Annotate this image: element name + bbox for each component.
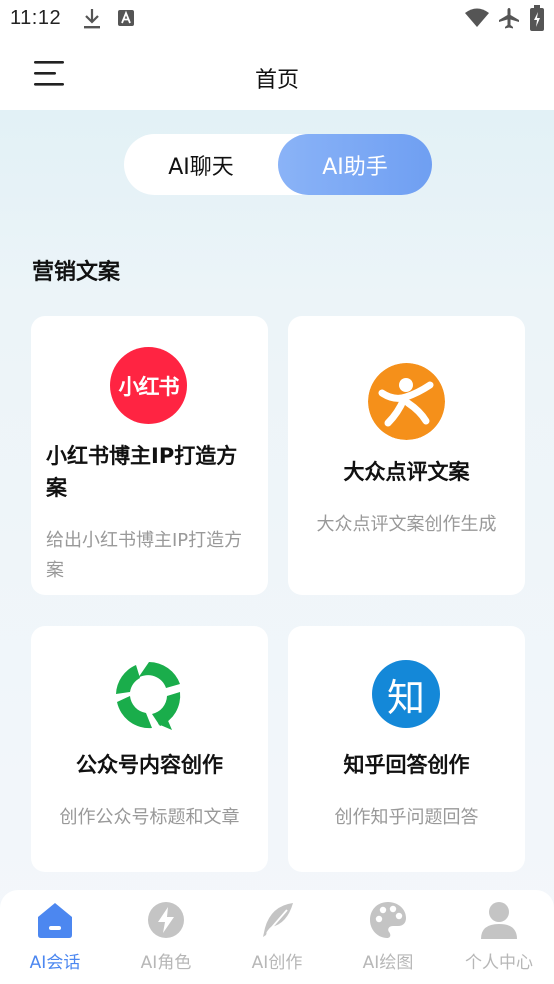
xiaohongshu-logo: 小红书 [110, 347, 187, 424]
home-icon [38, 903, 72, 938]
tab-ai-creation[interactable]: AI创作 [222, 890, 332, 984]
user-icon [481, 902, 517, 939]
tab-profile[interactable]: 个人中心 [444, 890, 554, 984]
card-dianping[interactable]: 大众点评文案 大众点评文案创作生成 [288, 316, 525, 595]
tab-label: AI创作 [251, 953, 303, 973]
xiaohongshu-logo-text: 小红书 [118, 374, 180, 399]
card-title: 公众号内容创作 [76, 753, 223, 777]
bottom-tab-bar: AI会话 AI角色 AI创作 AI绘图 个人中心 [0, 890, 554, 984]
tab-ai-drawing[interactable]: AI绘图 [333, 890, 443, 984]
tab-label: AI绘图 [362, 953, 414, 973]
card-description: 创作知乎问题回答 [334, 807, 479, 828]
page-title: 首页 [254, 68, 299, 93]
status-bar: 11:12 [0, 0, 554, 38]
card-description: 给出小红书博主IP打造方案 [46, 530, 243, 581]
card-description: 创作公众号标题和文章 [59, 807, 240, 828]
airplane-mode-icon [499, 8, 519, 29]
wechat-official-account-icon [116, 662, 181, 730]
feather-icon [263, 903, 293, 937]
status-time: 11:12 [10, 7, 62, 29]
zhihu-logo: 知 [372, 660, 440, 728]
lightning-icon [148, 902, 184, 938]
palette-icon [370, 902, 406, 938]
tab-label: AI会话 [29, 953, 81, 973]
tab-label: AI角色 [140, 953, 192, 973]
font-icon [118, 10, 134, 26]
tab-ai-assistant[interactable]: AI助手 [278, 134, 432, 195]
section-title: 营销文案 [32, 260, 121, 285]
card-description: 大众点评文案创作生成 [316, 514, 497, 535]
wifi-icon [465, 8, 489, 27]
card-title: 大众点评文案 [343, 460, 470, 484]
mode-toggle: AI聊天 AI助手 [124, 134, 432, 195]
battery-charging-icon [530, 5, 544, 31]
card-zhihu[interactable]: 知 知乎回答创作 创作知乎问题回答 [288, 626, 525, 872]
tab-label: 个人中心 [465, 953, 533, 973]
app-bar: 首页 [0, 38, 554, 110]
card-xiaohongshu[interactable]: 小红书 小红书博主IP打造方案 给出小红书博主IP打造方案 [31, 316, 268, 595]
card-wechat-official-account[interactable]: 公众号内容创作 创作公众号标题和文章 [31, 626, 268, 872]
tab-ai-chat[interactable]: AI聊天 [124, 134, 278, 195]
dianping-icon [368, 363, 445, 440]
card-title: 知乎回答创作 [343, 753, 470, 777]
zhihu-logo-text: 知 [386, 675, 425, 720]
tab-ai-conversation[interactable]: AI会话 [0, 890, 110, 984]
tab-ai-role[interactable]: AI角色 [111, 890, 221, 984]
card-title: 小红书博主IP打造方案 [46, 444, 238, 500]
download-icon [84, 9, 100, 29]
